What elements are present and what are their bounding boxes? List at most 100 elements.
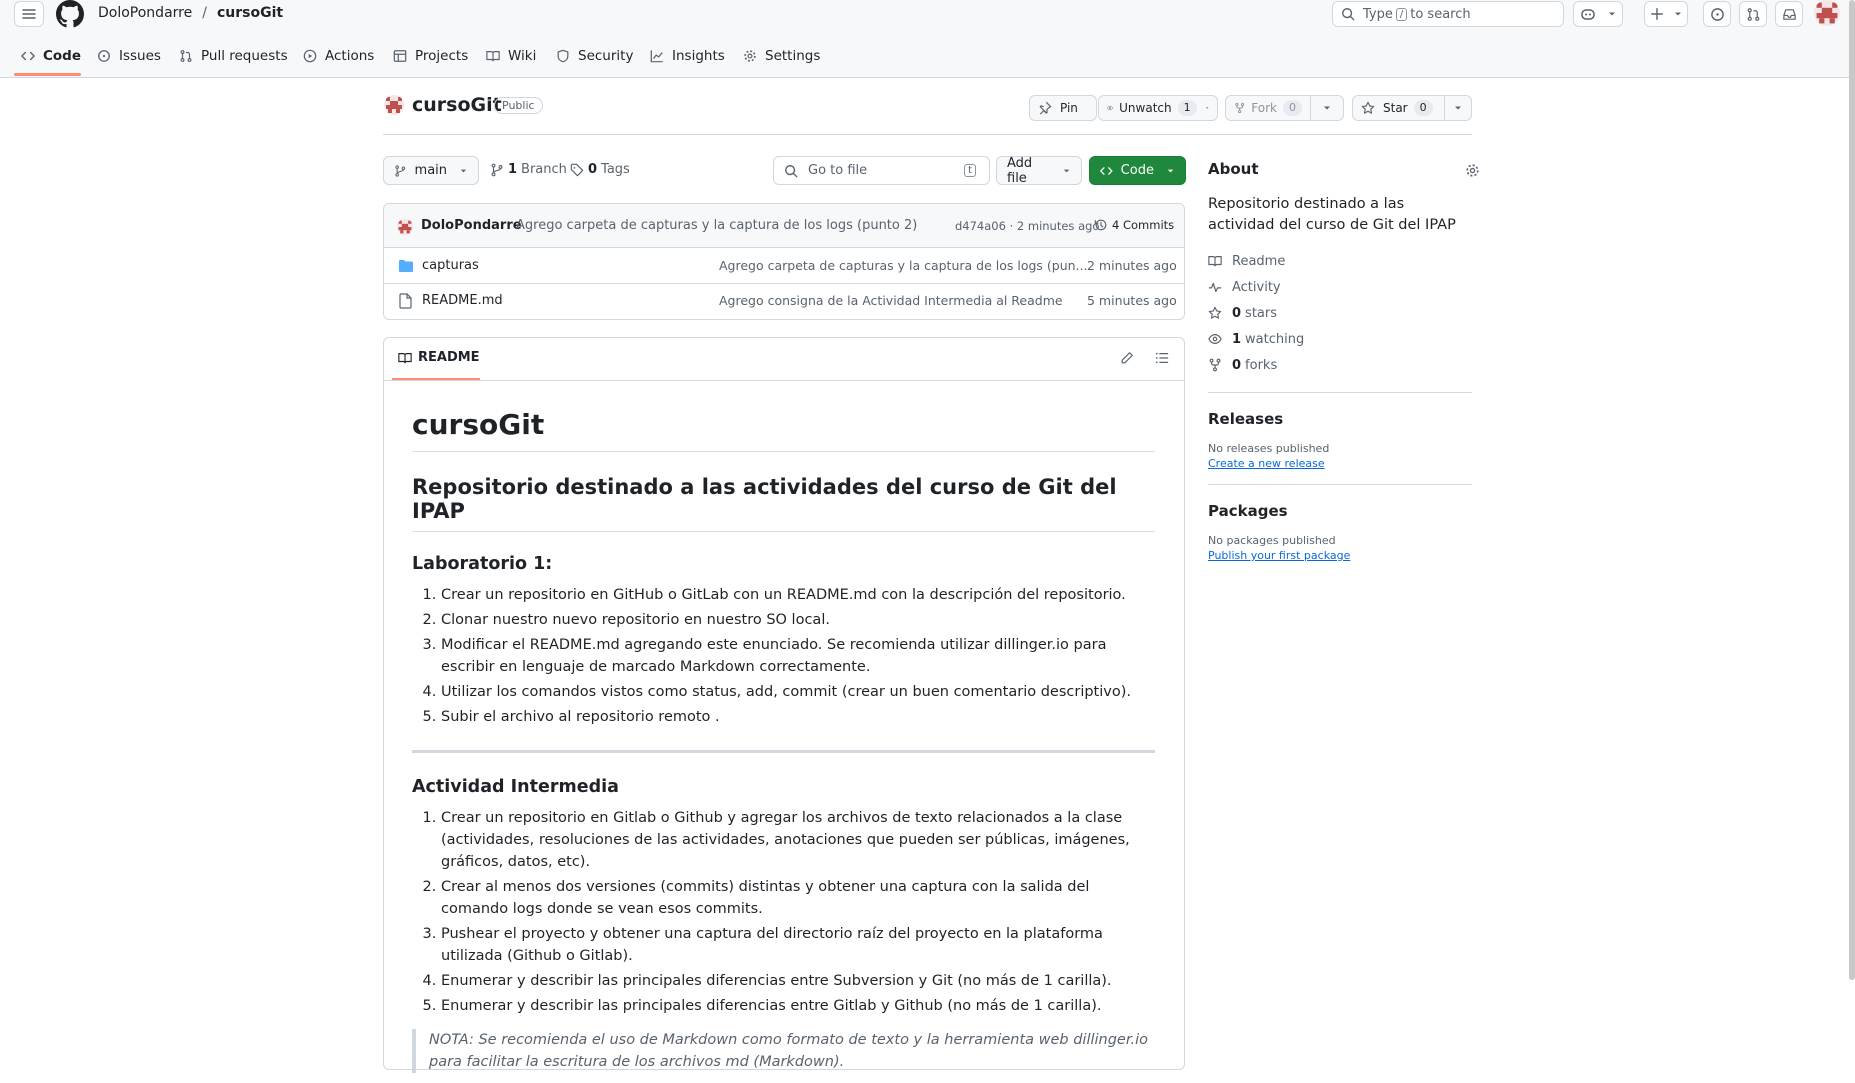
- repo-header-divider: [383, 134, 1472, 135]
- tab-issues[interactable]: Issues: [97, 46, 161, 66]
- tab-projects[interactable]: Projects: [393, 46, 468, 66]
- readme-tab-label: README: [418, 350, 480, 365]
- tab-code-label: Code: [43, 48, 82, 64]
- pull-requests-button[interactable]: [1739, 1, 1767, 27]
- list-item: Enumerar y describir las principales dif…: [441, 970, 1155, 992]
- pin-button[interactable]: Pin: [1029, 95, 1097, 121]
- search-input[interactable]: Type / to search: [1332, 1, 1564, 27]
- tab-issues-label: Issues: [119, 48, 161, 64]
- menu-button[interactable]: [14, 1, 44, 27]
- go-to-file-placeholder: Go to file: [808, 163, 868, 178]
- file-commit-message[interactable]: Agrego carpeta de capturas y la captura …: [719, 258, 1087, 273]
- file-commit-message[interactable]: Agrego consigna de la Actividad Intermed…: [719, 293, 1063, 308]
- packages-title[interactable]: Packages: [1208, 502, 1472, 520]
- file-row[interactable]: capturas Agrego carpeta de capturas y la…: [384, 248, 1184, 284]
- page-scrollbar[interactable]: [1849, 0, 1855, 980]
- create-release-link[interactable]: Create a new release: [1208, 457, 1472, 470]
- activity-link[interactable]: Activity: [1208, 274, 1472, 300]
- tab-insights[interactable]: Insights: [650, 46, 725, 66]
- code-button-label: Code: [1120, 163, 1154, 178]
- search-shortcut-key: /: [1395, 7, 1408, 21]
- stars-label: stars: [1245, 305, 1278, 321]
- add-file-button[interactable]: Add file: [996, 155, 1082, 186]
- edit-pencil-icon[interactable]: [1120, 351, 1134, 365]
- list-item: Utilizar los comandos vistos como status…: [441, 681, 1155, 703]
- history-icon: [1094, 219, 1107, 231]
- tab-code[interactable]: Code: [21, 46, 81, 66]
- releases-title[interactable]: Releases: [1208, 410, 1472, 428]
- create-new-button[interactable]: [1644, 1, 1688, 27]
- forks-label: forks: [1245, 357, 1278, 373]
- list-item: Subir el archivo al repositorio remoto .: [441, 706, 1155, 728]
- tab-actions-label: Actions: [325, 48, 375, 64]
- github-logo-icon[interactable]: [56, 0, 84, 28]
- tab-wiki[interactable]: Wiki: [486, 46, 536, 66]
- tab-actions[interactable]: Actions: [303, 46, 374, 66]
- breadcrumb-owner[interactable]: DoloPondarre: [98, 5, 192, 21]
- file-name[interactable]: capturas: [422, 258, 479, 273]
- avatar[interactable]: [1814, 0, 1840, 26]
- tags-link[interactable]: 0 Tags: [570, 162, 630, 177]
- activity-list: Crear un repositorio en Gitlab o Github …: [412, 807, 1155, 1017]
- readme-h1: cursoGit: [412, 408, 1155, 452]
- unwatch-button[interactable]: Unwatch 1: [1098, 95, 1218, 121]
- star-button[interactable]: Star 0: [1352, 95, 1445, 121]
- hamburger-icon: [22, 9, 36, 19]
- readme-tab[interactable]: README: [398, 350, 480, 365]
- tab-settings[interactable]: Settings: [743, 46, 820, 66]
- packages-empty: No packages published: [1208, 534, 1336, 547]
- fork-button[interactable]: Fork 0: [1225, 95, 1311, 121]
- forks-link[interactable]: 0 forks: [1208, 352, 1472, 378]
- branches-link[interactable]: 1 Branch: [490, 162, 567, 177]
- branch-selector[interactable]: main: [383, 156, 479, 185]
- chevron-down-icon: [1324, 106, 1330, 110]
- commits-link[interactable]: 4 Commits: [1094, 218, 1174, 232]
- fork-options-button[interactable]: [1310, 95, 1344, 121]
- file-name[interactable]: README.md: [422, 293, 503, 308]
- go-to-file-shortcut: t: [964, 164, 976, 177]
- stars-link[interactable]: 0 stars: [1208, 300, 1472, 326]
- tab-pull-requests[interactable]: Pull requests: [179, 46, 288, 66]
- commit-hash-time[interactable]: d474a06 · 2 minutes ago: [955, 219, 1099, 233]
- pull-request-icon: [180, 50, 192, 62]
- file-row[interactable]: README.md Agrego consigna de la Activida…: [384, 284, 1184, 319]
- file-time: 5 minutes ago: [1087, 293, 1177, 308]
- add-file-label: Add file: [1007, 155, 1033, 186]
- fork-label: Fork: [1251, 101, 1277, 115]
- pull-request-icon: [1747, 7, 1759, 21]
- play-icon: [303, 49, 317, 63]
- branch-count: 1: [508, 162, 518, 177]
- file-list: DoloPondarre Agrego carpeta de capturas …: [383, 203, 1185, 320]
- watching-link[interactable]: 1 watching: [1208, 326, 1472, 352]
- tab-pull-requests-label: Pull requests: [201, 48, 288, 64]
- tab-insights-label: Insights: [672, 48, 725, 64]
- commit-author[interactable]: DoloPondarre: [421, 218, 522, 233]
- tab-projects-label: Projects: [415, 48, 469, 64]
- commit-message[interactable]: Agrego carpeta de capturas y la captura …: [516, 218, 917, 233]
- code-button[interactable]: Code: [1089, 156, 1186, 185]
- breadcrumb-repo[interactable]: cursoGit: [217, 5, 283, 21]
- inbox-button[interactable]: [1775, 1, 1803, 27]
- repo-title[interactable]: cursoGit: [412, 94, 502, 116]
- pulse-icon: [1208, 282, 1222, 292]
- breadcrumb-separator: /: [202, 5, 207, 21]
- list-item: Clonar nuestro nuevo repositorio en nues…: [441, 609, 1155, 631]
- watch-count: 1: [1177, 100, 1197, 116]
- outline-list-icon[interactable]: [1155, 351, 1169, 365]
- commits-count: 4 Commits: [1112, 218, 1175, 232]
- star-options-button[interactable]: [1444, 95, 1472, 121]
- copilot-button[interactable]: [1573, 1, 1623, 27]
- book-icon: [1208, 256, 1222, 267]
- list-item: Pushear el proyecto y obtener una captur…: [441, 923, 1155, 967]
- readme-horizontal-rule: [412, 750, 1155, 753]
- readme-link[interactable]: Readme: [1208, 248, 1472, 274]
- readme-note: NOTA: Se recomienda el uso de Markdown c…: [412, 1029, 1155, 1073]
- go-to-file-input[interactable]: Go to file t: [773, 156, 990, 185]
- shield-icon: [557, 49, 569, 63]
- folder-icon: [399, 260, 413, 272]
- gear-icon[interactable]: [1465, 163, 1480, 178]
- issues-button[interactable]: [1703, 1, 1731, 27]
- watching-count: 1: [1232, 331, 1242, 347]
- tab-security[interactable]: Security: [556, 46, 633, 66]
- publish-package-link[interactable]: Publish your first package: [1208, 549, 1472, 562]
